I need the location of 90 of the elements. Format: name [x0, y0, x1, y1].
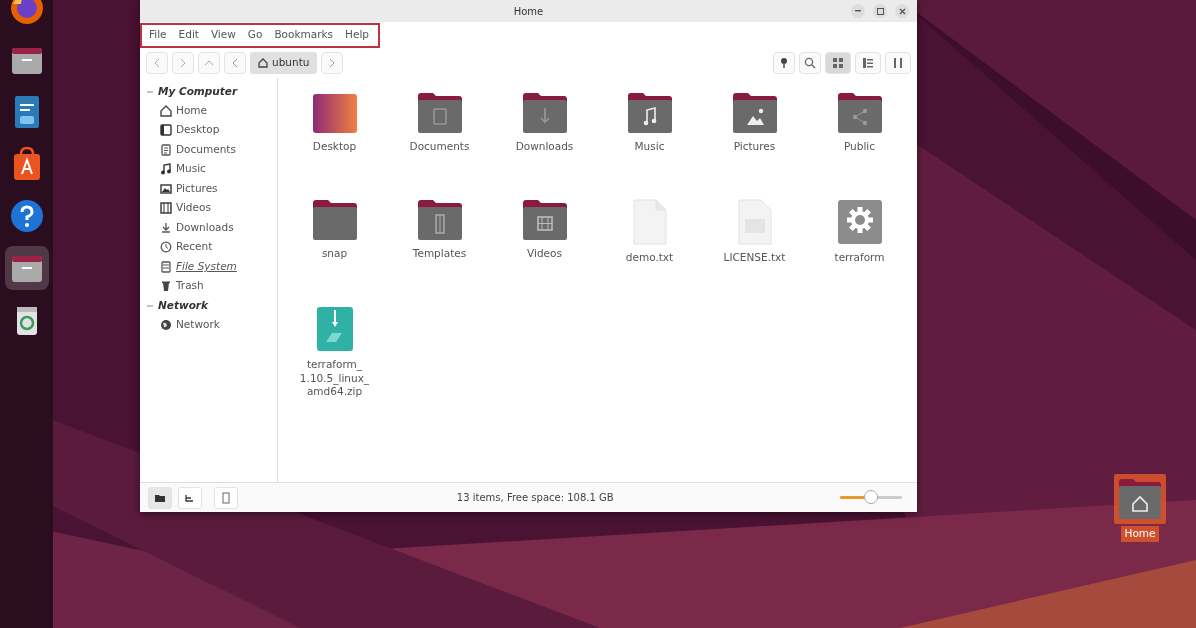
sidebar-item[interactable]: Desktop — [146, 120, 271, 140]
sidebar-item[interactable]: Documents — [146, 140, 271, 160]
file-name[interactable]: Desktop — [286, 140, 383, 154]
search-icon — [804, 57, 816, 69]
panel-icon — [221, 491, 230, 504]
folder-icon[interactable] — [311, 92, 358, 134]
up-icon — [204, 60, 214, 66]
download-icon — [160, 221, 172, 234]
folder-icon — [155, 493, 165, 502]
file-name[interactable]: terraform — [811, 251, 908, 265]
view-button[interactable] — [885, 52, 911, 74]
file-name[interactable]: Public — [811, 140, 908, 154]
view-button[interactable] — [855, 52, 881, 74]
file-name[interactable]: demo.txt — [601, 251, 698, 265]
clock-icon — [160, 241, 172, 254]
sidebar-places-button[interactable] — [148, 486, 172, 509]
sidebar-item[interactable]: Trash — [146, 276, 271, 296]
tree-icon — [185, 493, 195, 502]
help-icon — [8, 198, 45, 234]
file-name[interactable]: Pictures — [706, 140, 803, 154]
sidebar-tree-button[interactable] — [178, 486, 202, 509]
music-icon — [160, 163, 172, 176]
sidebar-item[interactable]: Pictures — [146, 179, 271, 199]
columns-icon — [892, 57, 904, 69]
file-name[interactable]: Documents — [391, 140, 488, 154]
desktop-icon — [160, 124, 172, 137]
section-heading: My Computer — [158, 83, 238, 99]
list-icon — [862, 57, 874, 69]
minimize-icon — [855, 10, 861, 12]
location-toggle-button[interactable] — [773, 52, 795, 74]
file-name[interactable]: Templates — [391, 247, 488, 261]
forward-icon — [180, 58, 186, 68]
menu-item[interactable]: Bookmarks — [269, 26, 339, 44]
menu-item[interactable]: Go — [242, 26, 268, 44]
search-button[interactable] — [799, 52, 821, 74]
desktop-icon-label[interactable]: Home — [1121, 526, 1159, 542]
status-text: 13 items, Free space: 108.1 GB — [455, 491, 615, 505]
dock-item[interactable] — [4, 246, 49, 290]
home-icon — [258, 58, 268, 68]
folder-icon[interactable] — [416, 92, 463, 134]
home-icon — [160, 104, 172, 117]
file-name[interactable]: Videos — [496, 247, 593, 261]
sidebar-item[interactable]: Downloads — [146, 218, 271, 238]
close-icon — [898, 7, 906, 15]
globe-icon — [160, 318, 172, 331]
film-icon — [160, 202, 172, 215]
sidebar-item[interactable]: Home — [146, 101, 271, 121]
menu-item[interactable]: File — [144, 26, 172, 44]
folder-icon[interactable] — [626, 92, 673, 134]
window-title: Home — [513, 4, 544, 19]
folder-icon[interactable] — [521, 92, 568, 134]
browser-icon — [8, 0, 45, 26]
home-folder-icon[interactable] — [1118, 478, 1162, 520]
grid-icon — [832, 57, 844, 69]
documents-icon — [160, 143, 172, 156]
view-button[interactable] — [825, 52, 851, 74]
archive-icon[interactable] — [314, 306, 355, 352]
sidebar-item[interactable]: Videos — [146, 198, 271, 218]
folder-icon[interactable] — [416, 199, 463, 241]
trash-icon — [160, 280, 172, 293]
file-name[interactable]: Downloads — [496, 140, 593, 154]
slider-thumb[interactable] — [864, 490, 878, 504]
minimize-button[interactable] — [851, 4, 865, 18]
sidebar-item[interactable]: File System — [146, 257, 271, 277]
maximize-button[interactable] — [873, 4, 887, 18]
gear-icon[interactable] — [836, 199, 883, 245]
folder-icon[interactable] — [311, 199, 358, 241]
path-button[interactable]: ubuntu — [250, 52, 318, 74]
chevron-right-icon — [329, 58, 336, 68]
folder-icon[interactable] — [731, 92, 778, 134]
sidebar-item[interactable]: Recent — [146, 237, 271, 257]
drive-icon — [160, 260, 172, 273]
menu-item[interactable]: View — [205, 26, 241, 44]
folder-icon[interactable] — [521, 199, 568, 241]
pin-icon — [780, 57, 788, 69]
picture-icon — [160, 182, 172, 195]
back-icon — [154, 58, 160, 68]
section-heading: Network — [158, 297, 208, 313]
sidebar-item[interactable]: Network — [146, 315, 271, 335]
close-button[interactable] — [895, 4, 909, 18]
folder-icon[interactable] — [836, 92, 883, 134]
file-name[interactable]: snap — [286, 247, 383, 261]
file-name[interactable]: terraform_ 1.10.5_linux_ amd64.zip — [286, 358, 383, 399]
sidebar-item[interactable]: Music — [146, 159, 271, 179]
file-name[interactable]: Music — [601, 140, 698, 154]
chevron-left-icon — [232, 58, 238, 68]
menu-item[interactable]: Edit — [173, 26, 204, 44]
maximize-icon — [876, 7, 884, 15]
file-name[interactable]: LICENSE.txt — [706, 251, 803, 265]
menu-item[interactable]: Help — [340, 26, 375, 44]
